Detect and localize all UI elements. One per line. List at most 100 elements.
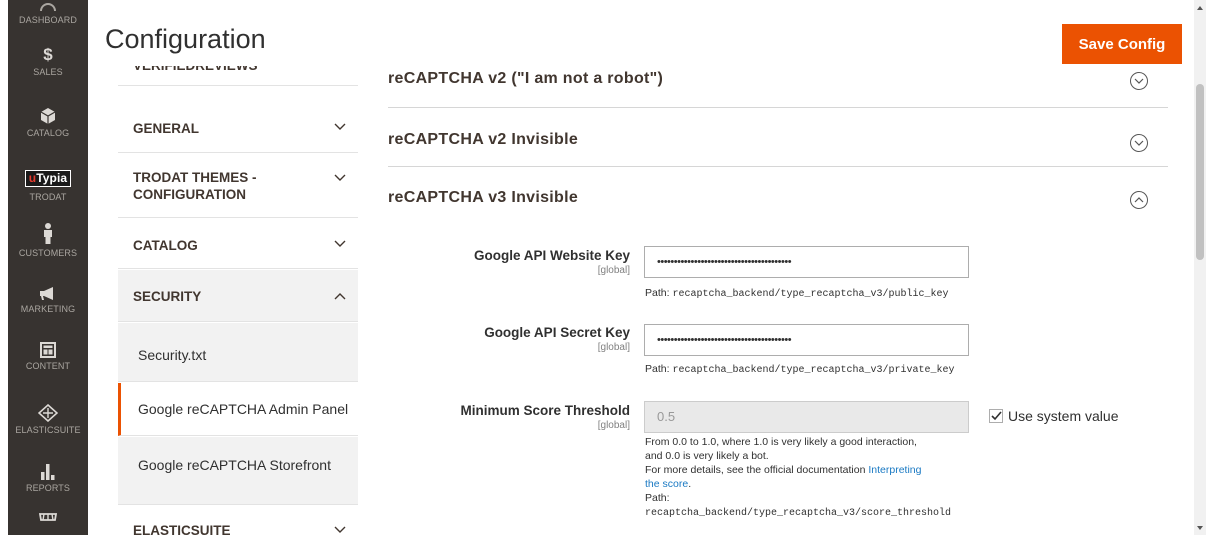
scroll-down-arrow-icon[interactable] xyxy=(1197,526,1203,530)
section-title: reCAPTCHA v3 Invisible xyxy=(388,189,579,206)
dashboard-icon xyxy=(40,3,56,12)
config-content: reCAPTCHA v2 ("I am not a robot") reCAPT… xyxy=(388,66,1168,535)
note-punct: . xyxy=(688,478,692,490)
page-title: Configuration xyxy=(105,24,266,54)
nav-item-stores[interactable] xyxy=(8,512,88,529)
elasticsuite-icon xyxy=(38,404,58,422)
tab-item-recaptcha-admin[interactable]: Google reCAPTCHA Admin Panel xyxy=(118,383,358,436)
section-recaptcha-v2-invisible[interactable]: reCAPTCHA v2 Invisible xyxy=(388,109,1168,167)
website-key-label: Google API Website Key xyxy=(473,248,630,263)
nav-label: SALES xyxy=(33,67,63,77)
nav-item-elasticsuite[interactable]: ELASTICSUITE xyxy=(8,404,88,435)
nav-item-dashboard[interactable]: DASHBOARD xyxy=(8,2,88,25)
tab-label-line1: TRODAT THEMES - xyxy=(133,170,257,185)
tab-item-security-txt[interactable]: Security.txt xyxy=(118,323,358,382)
checkmark-icon xyxy=(991,411,1002,421)
secret-key-path: Path: recaptcha_backend/type_recaptcha_v… xyxy=(645,362,954,378)
admin-menu: DASHBOARD $ SALES CATALOG uTypia TRODAT … xyxy=(8,0,88,535)
score-threshold-input[interactable]: 0.5 xyxy=(644,401,969,433)
chevron-down-icon xyxy=(334,526,346,533)
dollar-icon: $ xyxy=(43,45,53,64)
interpreting-score-link[interactable]: Interpreting xyxy=(868,464,921,476)
utypia-logo-text: Typia xyxy=(36,171,68,185)
secret-key-label: Google API Secret Key xyxy=(484,325,630,340)
use-system-value-label: Use system value xyxy=(1008,408,1119,424)
note-line: For more details, see the official docum… xyxy=(645,464,866,476)
nav-item-content[interactable]: CONTENT xyxy=(8,342,88,371)
chevron-down-icon xyxy=(334,240,346,247)
person-icon xyxy=(44,223,52,244)
tab-label-line2: CONFIGURATION xyxy=(133,187,246,202)
interpreting-score-link-cont[interactable]: the score xyxy=(645,478,688,490)
scroll-thumb[interactable] xyxy=(1196,84,1204,260)
tab-label: SECURITY xyxy=(133,289,202,304)
section-recaptcha-v2[interactable]: reCAPTCHA v2 ("I am not a robot") xyxy=(388,66,1168,108)
section-title: reCAPTCHA v2 ("I am not a robot") xyxy=(388,70,664,87)
path-value: recaptcha_backend/type_recaptcha_v3/publ… xyxy=(672,289,949,300)
secret-key-input[interactable]: •••••••••••••••••••••••••••••••••••••••• xyxy=(644,324,969,356)
nav-label: REPORTS xyxy=(25,483,71,493)
nav-item-customers[interactable]: CUSTOMERS xyxy=(8,223,88,258)
nav-label: CATALOG xyxy=(26,128,70,138)
chevron-up-icon xyxy=(334,293,346,300)
website-key-scope: [global] xyxy=(597,265,630,276)
nav-label: ELASTICSUITE xyxy=(15,425,81,435)
chevron-down-icon xyxy=(334,66,346,67)
score-threshold-note: From 0.0 to 1.0, where 1.0 is very likel… xyxy=(645,435,985,521)
path-value: recaptcha_backend/type_recaptcha_v3/priv… xyxy=(672,365,955,376)
expand-toggle-icon[interactable] xyxy=(1130,134,1148,152)
nav-label: DASHBOARD xyxy=(19,15,77,25)
tab-label: ELASTICSUITE xyxy=(133,523,231,535)
nav-label: CUSTOMERS xyxy=(18,248,78,258)
score-threshold-label: Minimum Score Threshold xyxy=(460,403,630,418)
tab-item-label: Google reCAPTCHA Admin Panel xyxy=(138,401,349,417)
checkbox-box[interactable] xyxy=(989,409,1003,423)
tab-trodat-themes[interactable]: TRODAT THEMES - CONFIGURATION xyxy=(118,154,358,218)
nav-item-marketing[interactable]: MARKETING xyxy=(8,287,88,314)
tab-item-label: Google reCAPTCHA Storefront xyxy=(138,457,331,473)
tab-general[interactable]: GENERAL xyxy=(118,101,358,153)
secret-key-scope: [global] xyxy=(597,342,630,353)
bar-chart-icon xyxy=(41,464,55,480)
utypia-logo: uTypia xyxy=(24,170,72,187)
nav-item-catalog[interactable]: CATALOG xyxy=(8,107,88,138)
tab-label: CATALOG xyxy=(133,238,198,253)
tab-label: GENERAL xyxy=(133,121,200,136)
configuration-page: DASHBOARD $ SALES CATALOG uTypia TRODAT … xyxy=(0,0,1206,535)
website-key-input[interactable]: •••••••••••••••••••••••••••••••••••••••• xyxy=(644,246,969,278)
path-prefix: Path: xyxy=(645,287,673,299)
expand-toggle-icon[interactable] xyxy=(1130,72,1148,90)
tab-label: VERIFIEDREVIEWS xyxy=(133,66,258,74)
nav-item-sales[interactable]: $ SALES xyxy=(8,45,88,78)
layout-icon xyxy=(40,342,56,358)
note-line: From 0.0 to 1.0, where 1.0 is very likel… xyxy=(645,436,917,448)
nav-label: CONTENT xyxy=(25,361,71,371)
note-line: and 0.0 is very likely a bot. xyxy=(645,450,769,462)
nav-label: TRODAT xyxy=(29,192,67,202)
nav-item-trodat[interactable]: uTypia TRODAT xyxy=(8,170,88,202)
path-value: recaptcha_backend/type_recaptcha_v3/scor… xyxy=(645,508,952,519)
tab-verifiedreviews[interactable]: VERIFIEDREVIEWS xyxy=(118,66,358,86)
box-icon xyxy=(40,108,56,124)
store-icon xyxy=(38,513,58,521)
scroll-up-arrow-icon[interactable] xyxy=(1197,6,1203,10)
score-threshold-scope: [global] xyxy=(597,420,630,431)
config-tabs: VERIFIEDREVIEWS GENERAL TRODAT THEMES - … xyxy=(118,66,358,535)
section-title: reCAPTCHA v2 Invisible xyxy=(388,131,579,148)
collapse-toggle-icon[interactable] xyxy=(1130,191,1148,209)
nav-label: MARKETING xyxy=(20,304,76,314)
chevron-down-icon xyxy=(334,123,346,130)
tab-catalog[interactable]: CATALOG xyxy=(118,219,358,269)
path-prefix: Path: xyxy=(645,363,673,375)
nav-item-reports[interactable]: REPORTS xyxy=(8,464,88,493)
tab-item-recaptcha-storefront[interactable]: Google reCAPTCHA Storefront xyxy=(118,437,358,505)
tab-elasticsuite[interactable]: ELASTICSUITE xyxy=(118,506,358,535)
section-recaptcha-v3-invisible[interactable]: reCAPTCHA v3 Invisible xyxy=(388,168,1168,228)
website-key-path: Path: recaptcha_backend/type_recaptcha_v… xyxy=(645,286,948,302)
path-label: Path: xyxy=(645,492,670,504)
tab-item-label: Security.txt xyxy=(138,347,207,363)
page-scrollbar[interactable] xyxy=(1194,0,1206,535)
tab-security[interactable]: SECURITY xyxy=(118,270,358,322)
megaphone-icon xyxy=(40,287,53,300)
save-config-button[interactable]: Save Config xyxy=(1062,24,1182,64)
